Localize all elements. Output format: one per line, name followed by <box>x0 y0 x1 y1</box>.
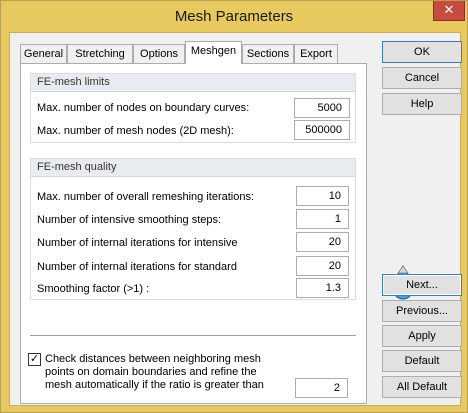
dialog-client-area: General Stretching Options Meshgen Secti… <box>9 32 462 406</box>
separator <box>30 335 356 336</box>
internal-standard-label: Number of internal iterations for standa… <box>37 261 237 273</box>
smoothing-factor-input[interactable]: 1.3 <box>296 278 349 298</box>
default-button[interactable]: Default <box>382 350 462 372</box>
internal-intensive-input[interactable]: 20 <box>296 232 349 252</box>
mesh-limits-group: FE-mesh limits Max. number of nodes on b… <box>30 73 356 143</box>
smoothing-steps-input[interactable]: 1 <box>296 209 349 229</box>
boundary-nodes-input[interactable]: 5000 <box>294 98 350 118</box>
dialog-window: Mesh Parameters ✕ General Stretching Opt… <box>0 0 468 413</box>
window-title: Mesh Parameters <box>174 8 294 25</box>
title-bar[interactable]: Mesh Parameters ✕ <box>1 1 467 31</box>
previous-button[interactable]: Previous... <box>382 300 462 322</box>
mesh-limits-header: FE-mesh limits <box>31 74 355 92</box>
internal-intensive-label: Number of internal iterations for intens… <box>37 237 238 249</box>
tab-general[interactable]: General <box>20 44 67 64</box>
mesh-quality-group: FE-mesh quality Max. number of overall r… <box>30 158 356 300</box>
tab-stretching[interactable]: Stretching <box>67 44 133 64</box>
next-button[interactable]: Next... <box>382 274 462 296</box>
meshgen-page: FE-mesh limits Max. number of nodes on b… <box>20 63 367 404</box>
tab-options[interactable]: Options <box>133 44 185 64</box>
tab-export[interactable]: Export <box>294 44 338 64</box>
mesh-quality-header: FE-mesh quality <box>31 159 355 177</box>
boundary-nodes-label: Max. number of nodes on boundary curves: <box>37 102 250 114</box>
mesh-nodes-input[interactable]: 500000 <box>294 120 350 140</box>
close-button[interactable]: ✕ <box>433 1 465 21</box>
check-distances-option[interactable]: ✓ Check distances between neighboring me… <box>28 353 285 392</box>
smoothing-factor-label: Smoothing factor (>1) : <box>37 283 150 295</box>
help-button[interactable]: Help <box>382 93 462 115</box>
smoothing-steps-label: Number of intensive smoothing steps: <box>37 214 222 226</box>
check-distances-label: Check distances between neighboring mesh… <box>45 353 264 391</box>
remeshing-iterations-input[interactable]: 10 <box>296 186 349 206</box>
tab-sections[interactable]: Sections <box>242 44 294 64</box>
internal-standard-input[interactable]: 20 <box>296 256 349 276</box>
checkmark-icon: ✓ <box>29 353 40 365</box>
all-default-button[interactable]: All Default <box>382 376 462 398</box>
check-distances-checkbox[interactable]: ✓ <box>28 353 41 366</box>
cancel-button[interactable]: Cancel <box>382 67 462 89</box>
remeshing-iterations-label: Max. number of overall remeshing iterati… <box>37 191 255 203</box>
apply-button[interactable]: Apply <box>382 325 462 347</box>
ok-button[interactable]: OK <box>382 41 462 63</box>
mesh-nodes-label: Max. number of mesh nodes (2D mesh): <box>37 125 234 137</box>
distance-ratio-input[interactable]: 2 <box>295 378 348 398</box>
tab-meshgen[interactable]: Meshgen <box>185 41 242 64</box>
